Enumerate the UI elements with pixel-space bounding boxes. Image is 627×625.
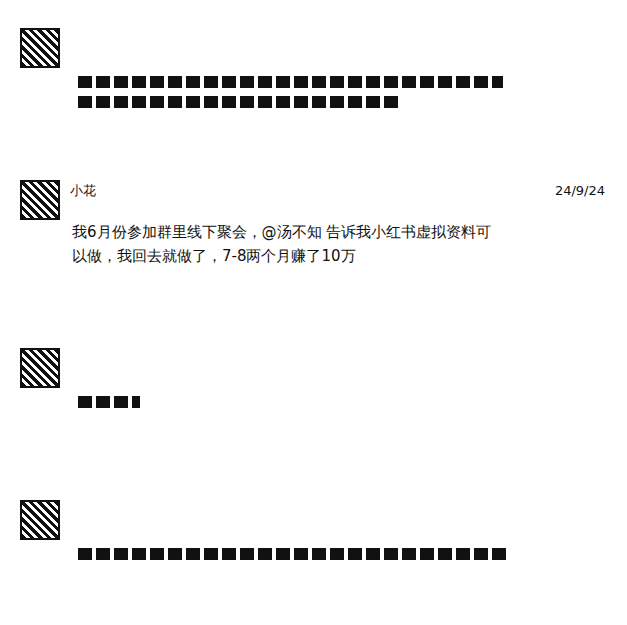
redacted-bar: [78, 548, 508, 560]
redacted-bar: [78, 96, 398, 108]
avatar-icon: [20, 28, 60, 68]
message: 小花 24/9/24 我6月份参加群里线下聚会，@汤不知 告诉我小红书虚拟资料可以做…: [0, 180, 627, 348]
avatar-icon: [20, 348, 60, 388]
redacted-bar: [78, 76, 503, 88]
message-date: 24/9/24: [555, 182, 605, 200]
redacted-message: [0, 500, 627, 625]
avatar-icon: [20, 500, 60, 540]
avatar-icon: [20, 180, 60, 220]
redacted-message: [0, 348, 627, 500]
redacted-bar: [78, 396, 140, 408]
redacted-message: [0, 28, 627, 180]
user-name: 小花: [70, 182, 545, 200]
message-text: 我6月份参加群里线下聚会，@汤不知 告诉我小红书虚拟资料可以做，我回去就做了，7…: [72, 220, 492, 268]
comment-list: 小花 24/9/24 我6月份参加群里线下聚会，@汤不知 告诉我小红书虚拟资料可以做…: [0, 0, 627, 625]
